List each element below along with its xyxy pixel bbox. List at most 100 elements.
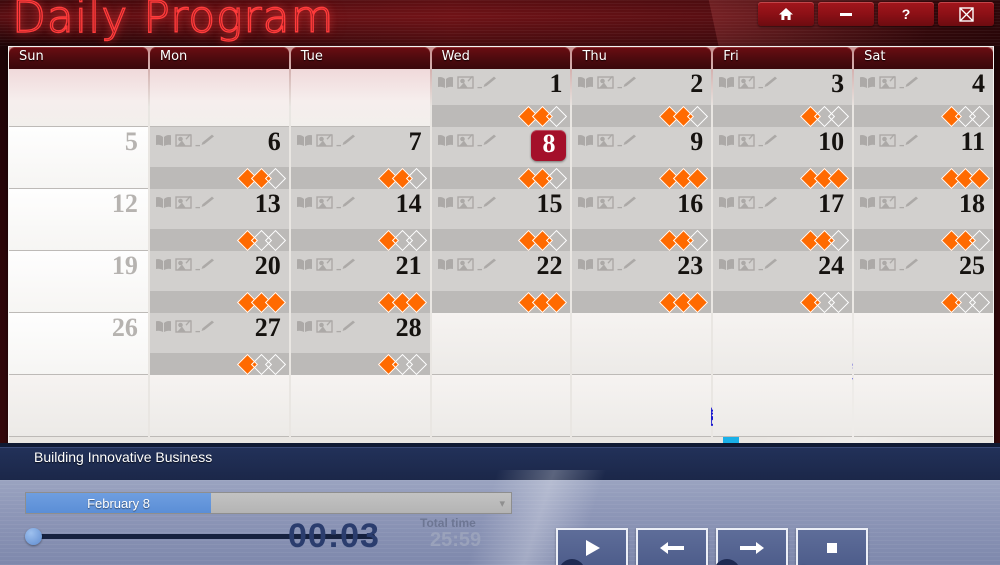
calendar-grid: 1 2 3 4 5 6 7 8 9 10 11 12 13 14 15 16 17 18 19 20 21 22 23 24 2… — [9, 69, 993, 437]
pencil-icon — [477, 76, 496, 88]
difficulty-indicator — [713, 229, 853, 251]
book-icon — [155, 196, 171, 208]
calendar-cell-day-6[interactable]: 6 — [149, 127, 289, 189]
book-icon — [860, 134, 876, 146]
calendar-cell-day-24[interactable]: 24 — [713, 251, 853, 313]
calendar-cell-day-3[interactable]: 3 — [713, 69, 853, 127]
difficulty-diamond — [828, 105, 850, 127]
difficulty-diamond — [546, 229, 568, 251]
difficulty-diamond — [405, 353, 427, 375]
calendar-panel: Sun Mon Tue Wed Thu Fri Sat 1 2 3 4 5 6 7 8 9 10 11 12 13 1… — [8, 46, 994, 444]
calendar-cell-day-23[interactable]: 23 — [572, 251, 712, 313]
pencil-icon — [617, 196, 637, 208]
calendar-cell-day-28[interactable]: 28 — [290, 313, 430, 375]
date-select[interactable]: February 8 ▾ — [25, 492, 512, 514]
pencil-icon — [477, 258, 496, 270]
difficulty-diamond — [546, 291, 568, 313]
photo-icon — [879, 195, 896, 209]
day-number: 1 — [549, 69, 563, 98]
calendar-cell-day-7[interactable]: 7 — [290, 127, 430, 189]
player-body: February 8 ▾ 00:03 Total time 25:59 — [0, 470, 1000, 565]
arrow-right-icon — [740, 541, 764, 554]
difficulty-indicator — [149, 353, 289, 375]
calendar-header-label: Wed — [441, 49, 470, 64]
calendar-header-sun: Sun — [9, 47, 148, 69]
day-number: 13 — [254, 189, 281, 218]
calendar-cell-day-16[interactable]: 16 — [572, 189, 712, 251]
day-number: 23 — [677, 251, 704, 280]
help-button[interactable]: ? — [878, 2, 934, 26]
difficulty-indicator — [431, 291, 571, 313]
book-icon — [296, 258, 312, 270]
volume-slider[interactable] — [559, 559, 707, 565]
calendar-cell-day-25[interactable]: 25 — [854, 251, 993, 313]
calendar-cell-day-12[interactable]: 12 — [9, 189, 148, 251]
close-button[interactable] — [938, 2, 994, 26]
day-number: 19 — [111, 251, 138, 280]
day-number: 24 — [818, 251, 845, 280]
difficulty-indicator — [854, 229, 993, 251]
calendar-cell-day-4[interactable]: 4 — [854, 69, 993, 127]
difficulty-diamond — [264, 167, 286, 189]
calendar-cell-day-2[interactable]: 2 — [572, 69, 712, 127]
cell-icons — [155, 319, 215, 333]
photo-icon — [456, 75, 474, 89]
pencil-icon — [899, 258, 919, 270]
pencil-icon — [899, 196, 919, 208]
book-icon — [296, 134, 312, 146]
player-panel: Building Innovative Business February 8 … — [0, 443, 1000, 565]
play-icon — [586, 539, 600, 556]
calendar-cell-day-20[interactable]: 20 — [149, 251, 289, 313]
difficulty-indicator — [854, 291, 993, 313]
difficulty-diamond — [264, 291, 286, 313]
calendar-header-tue: Tue — [290, 47, 430, 69]
book-icon — [155, 320, 171, 332]
home-button[interactable] — [758, 2, 814, 26]
minimize-button[interactable] — [818, 2, 874, 26]
cell-divider — [854, 436, 993, 437]
calendar-cell-day-8[interactable]: 8 — [431, 127, 571, 189]
book-icon — [578, 196, 594, 208]
pencil-icon — [899, 76, 919, 88]
speaker-icon — [559, 559, 585, 565]
day-number: 2 — [690, 69, 704, 98]
photo-icon — [597, 75, 615, 89]
calendar-header-label: Sat — [864, 49, 886, 64]
calendar-cell-day-1[interactable]: 1 — [431, 69, 571, 127]
pencil-icon — [477, 196, 496, 208]
cell-icons — [437, 195, 497, 209]
calendar-cell-day-5[interactable]: 5 — [9, 127, 148, 189]
calendar-cell-day-18[interactable]: 18 — [854, 189, 993, 251]
calendar-cell-day-27[interactable]: 27 — [149, 313, 289, 375]
seek-knob[interactable] — [25, 528, 42, 545]
calendar-cell-day-17[interactable]: 17 — [713, 189, 853, 251]
calendar-cell-day-11[interactable]: 11 — [854, 127, 993, 189]
calendar-cell-day-13[interactable]: 13 — [149, 189, 289, 251]
calendar-cell-day-9[interactable]: 9 — [572, 127, 712, 189]
book-icon — [296, 196, 312, 208]
speed-slider[interactable]: S — [714, 559, 862, 565]
calendar-cell-day-10[interactable]: 10 — [713, 127, 853, 189]
calendar-cell-day-19[interactable]: 19 — [9, 251, 148, 313]
difficulty-diamond — [546, 105, 568, 127]
day-number: 4 — [972, 69, 986, 98]
calendar-cell-day-21[interactable]: 21 — [290, 251, 430, 313]
photo-icon — [738, 195, 755, 209]
book-icon — [155, 134, 171, 146]
difficulty-diamond — [687, 105, 709, 127]
cell-icons — [859, 133, 919, 147]
book-icon — [719, 258, 735, 270]
photo-icon — [597, 133, 615, 147]
day-number: 20 — [254, 251, 281, 280]
difficulty-indicator — [431, 229, 571, 251]
cell-icons — [577, 75, 637, 89]
photo-icon — [175, 257, 192, 271]
pencil-icon — [195, 258, 214, 270]
calendar-cell-day-15[interactable]: 15 — [431, 189, 571, 251]
photo-icon — [597, 257, 615, 271]
calendar-cell-day-22[interactable]: 22 — [431, 251, 571, 313]
calendar-cell-day-14[interactable]: 14 — [290, 189, 430, 251]
day-number: 8 — [531, 129, 567, 161]
day-number: 10 — [818, 127, 845, 156]
calendar-cell-day-26[interactable]: 26 — [9, 313, 148, 375]
